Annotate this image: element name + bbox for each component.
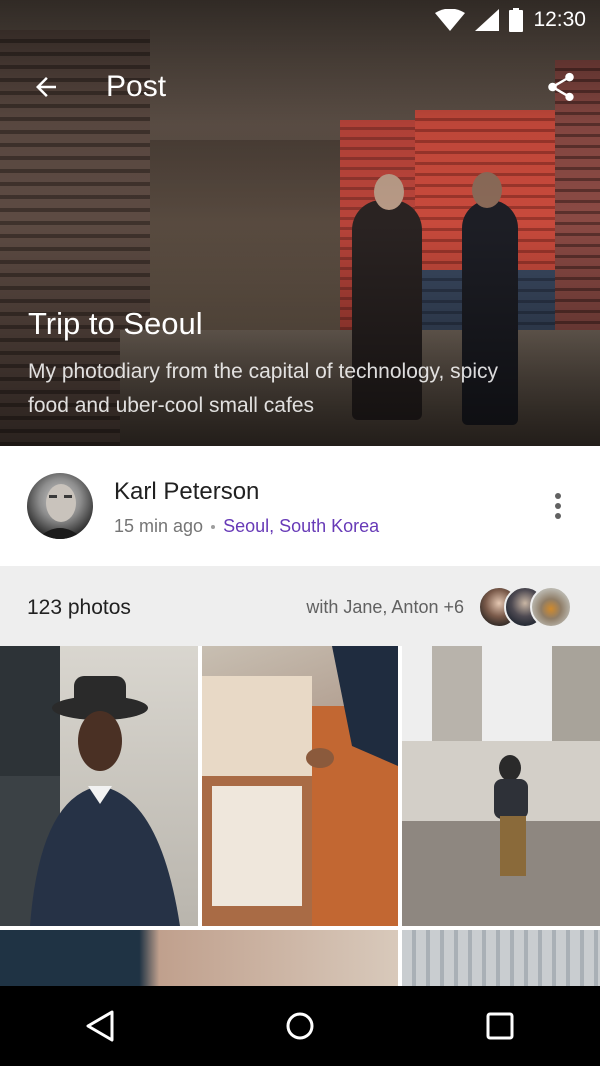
app-toolbar: Post	[0, 56, 600, 118]
arrow-back-icon	[36, 77, 56, 97]
author-row[interactable]: Karl Peterson 15 min ago Seoul, South Ko…	[0, 446, 600, 566]
system-nav-bar	[0, 986, 600, 1066]
share-button[interactable]	[530, 56, 592, 118]
circle-home-icon	[286, 1012, 314, 1040]
nav-home-button[interactable]	[260, 986, 340, 1066]
tagged-avatars[interactable]	[478, 586, 574, 628]
author-meta: 15 min ago Seoul, South Korea	[114, 516, 379, 537]
status-bar: 12:30	[0, 0, 600, 40]
tagged-people-text[interactable]: with Jane, Anton +6	[306, 597, 464, 618]
photo-thumbnail[interactable]	[0, 646, 198, 926]
nav-recents-button[interactable]	[460, 986, 540, 1066]
triangle-back-icon	[86, 1010, 114, 1042]
photo-thumbnail[interactable]	[0, 930, 398, 986]
back-button[interactable]	[14, 56, 78, 118]
post-title: Trip to Seoul	[28, 306, 203, 341]
photo-thumbnail[interactable]	[202, 646, 398, 926]
more-options-button[interactable]	[536, 484, 580, 528]
avatar	[530, 586, 572, 628]
share-icon	[548, 72, 574, 102]
status-time: 12:30	[533, 8, 586, 31]
photo-thumbnail[interactable]	[402, 930, 600, 986]
separator-dot	[211, 524, 216, 529]
post-time: 15 min ago	[114, 516, 204, 536]
photos-count[interactable]: 123 photos	[27, 596, 131, 620]
location-link[interactable]: Seoul, South Korea	[223, 516, 379, 537]
post-subtitle: My photodiary from the capital of techno…	[28, 360, 499, 417]
square-recents-icon	[486, 1012, 514, 1040]
signal-icon	[475, 9, 500, 31]
avatar[interactable]	[27, 473, 93, 539]
photo-grid	[0, 646, 600, 986]
wifi-icon	[435, 9, 466, 31]
toolbar-title: Post	[106, 70, 167, 103]
author-name[interactable]: Karl Peterson	[114, 478, 259, 506]
photo-thumbnail[interactable]	[402, 646, 600, 926]
battery-icon	[509, 8, 524, 32]
more-vert-icon	[555, 493, 561, 519]
photos-summary-bar: 123 photos with Jane, Anton +6	[0, 566, 600, 646]
nav-back-button[interactable]	[60, 986, 140, 1066]
